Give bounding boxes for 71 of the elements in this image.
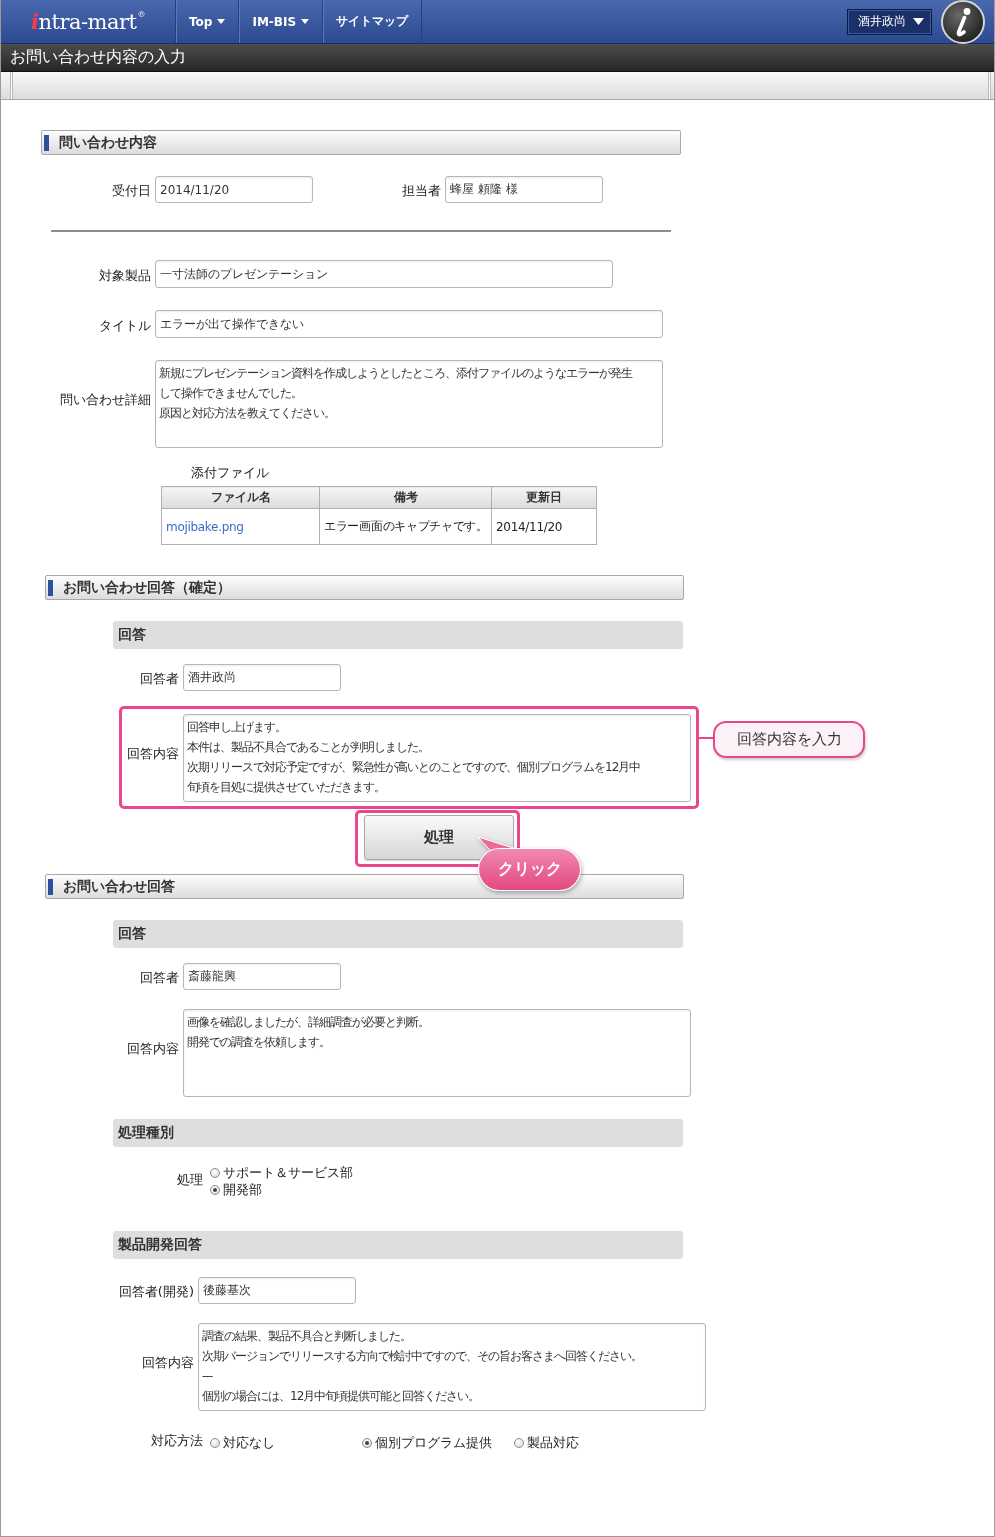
accent-bar-icon xyxy=(48,878,53,895)
textarea-field[interactable]: 回答申し上げます。 本件は、製品不具合であることが判明しました。 次期リリースで対応予定ですが、緊急性が高いとのことですので、個別プログラムを12月中旬頃を目処に提供させていただきます。 xyxy=(183,714,691,802)
field-label: 回答内容 xyxy=(127,1040,179,1056)
field-label: 回答者(開発) xyxy=(118,1284,194,1299)
accent-bar-icon xyxy=(48,579,53,596)
field-label: 問い合わせ詳細 xyxy=(60,391,151,407)
field-label: 回答内容 xyxy=(142,1354,194,1370)
textarea-text: 本件は、製品不具合であることが判明しました。 xyxy=(187,739,429,756)
text-input[interactable]: 蜂屋 頼隆 様 xyxy=(445,176,603,203)
caret-icon xyxy=(913,18,924,25)
subsection-header: 処理種別 xyxy=(113,1119,683,1147)
text-input[interactable]: エラーが出て操作できない xyxy=(155,310,663,338)
text-input[interactable]: 一寸法師のプレゼンテーション xyxy=(155,260,613,288)
field-label: 回答者 xyxy=(140,671,179,686)
textarea-field[interactable]: 調査の結果、製品不具合と判断しました。 次期バージョンでリリースする方向で検討中ですので、その旨お客さまへ回答ください。 --- 個別の場合には、12月中旬頃提供可能と回答ください。 xyxy=(198,1323,706,1411)
field-label: 対応方法 xyxy=(151,1433,203,1448)
subsection-header: 回答 xyxy=(113,920,683,948)
textarea-text: 次期リリースで対応予定ですが、緊急性が高いとのことですので、個別プログラムを12月中旬頃を目処に提供させていただきます。 xyxy=(187,759,642,796)
radio-button[interactable] xyxy=(210,1184,220,1195)
section-title: 問い合わせ内容 xyxy=(59,133,157,152)
user-menu-dropdown[interactable]: 酒井政尚 xyxy=(847,8,932,35)
radio-label: 個別プログラム提供 xyxy=(375,1434,492,1451)
radio-button[interactable] xyxy=(210,1167,220,1178)
field-label: 受付日 xyxy=(112,183,151,198)
accent-bar-icon xyxy=(44,134,49,151)
radio-button[interactable] xyxy=(514,1437,524,1448)
process-button[interactable]: 処理 xyxy=(364,815,514,860)
text-input[interactable]: 後藤基次 xyxy=(198,1277,356,1304)
textarea-field[interactable]: 新規にプレゼンテーション資料を作成しようとしたところ、添付ファイルのようなエラーが発生して操作できませんでした。 原因と対応方法を教えてください。 xyxy=(155,360,663,448)
nav-menu-button[interactable]: サイトマップ xyxy=(322,0,423,43)
textarea-text: 個別の場合には、12月中旬頃提供可能と回答ください。 xyxy=(202,1388,480,1405)
textarea-text: 次期バージョンでリリースする方向で検討中ですので、その旨お客さまへ回答ください。 xyxy=(202,1348,642,1365)
radio-button[interactable] xyxy=(210,1437,220,1448)
field-label: 担当者 xyxy=(402,183,441,198)
info-icon[interactable] xyxy=(941,0,985,44)
table-header-cell: 備考 xyxy=(319,486,492,509)
textarea-text: 原因と対応方法を教えてください。 xyxy=(159,405,335,422)
section-title: お問い合わせ回答 xyxy=(63,877,175,896)
table-cell: 2014/11/20 xyxy=(491,508,597,545)
table-header-cell: ファイル名 xyxy=(161,486,320,509)
radio-label: 製品対応 xyxy=(527,1434,579,1451)
textarea-text: 画像を確認しましたが、詳細調査が必要と判断。 xyxy=(187,1014,429,1031)
radio-label: 開発部 xyxy=(223,1181,262,1198)
radio-label: 対応なし xyxy=(223,1434,275,1451)
radio-button[interactable] xyxy=(362,1437,372,1448)
section-title: お問い合わせ回答（確定） xyxy=(63,578,231,597)
subsection-header: 製品開発回答 xyxy=(113,1231,683,1259)
text-input[interactable]: 酒井政尚 xyxy=(183,664,341,691)
radio-label: サポート＆サービス部 xyxy=(223,1164,353,1181)
attachments-label: 添付ファイル xyxy=(191,465,269,481)
text-input[interactable]: 斎藤龍興 xyxy=(183,963,341,990)
field-label: 回答内容 xyxy=(127,745,179,761)
file-link[interactable]: mojibake.png xyxy=(166,519,244,534)
textarea-text: 回答申し上げます。 xyxy=(187,719,286,736)
nav-menu-button[interactable]: IM-BIS xyxy=(238,0,323,43)
logo[interactable]: intra-mart$^{®}$ xyxy=(31,8,145,35)
subsection-header: 回答 xyxy=(113,621,683,649)
field-label: タイトル xyxy=(99,318,151,333)
table-header-cell: 更新日 xyxy=(491,486,597,509)
table-cell: エラー画面のキャプチャです。 xyxy=(319,508,492,545)
text-input[interactable]: 2014/11/20 xyxy=(155,176,313,203)
textarea-text: 新規にプレゼンテーション資料を作成しようとしたところ、添付ファイルのようなエラーが発生して操作できませんでした。 xyxy=(159,365,634,402)
field-label: 回答者 xyxy=(140,970,179,985)
textarea-text: 開発での調査を依頼します。 xyxy=(187,1034,330,1051)
textarea-text: --- xyxy=(202,1368,212,1385)
textarea-field[interactable]: 画像を確認しましたが、詳細調査が必要と判断。 開発での調査を依頼します。 xyxy=(183,1009,691,1097)
nav-menu-button[interactable]: Top xyxy=(175,0,239,43)
callout: 回答内容を入力 xyxy=(713,721,865,758)
field-label: 対象製品 xyxy=(99,268,151,283)
textarea-text: 調査の結果、製品不具合と判断しました。 xyxy=(202,1328,411,1345)
field-label: 処理 xyxy=(177,1172,203,1187)
